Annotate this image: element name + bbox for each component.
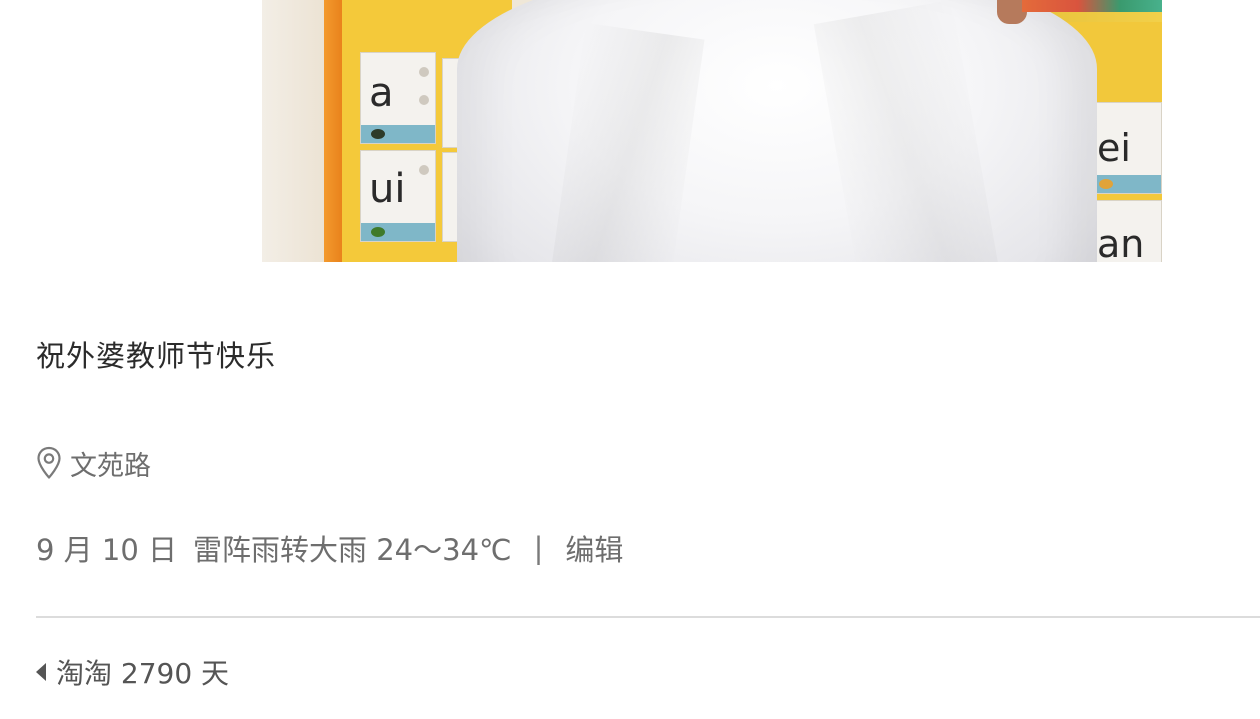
photo-card-dot — [371, 227, 385, 237]
photo-card-letter: a — [369, 70, 394, 116]
photo-card-strip — [361, 223, 435, 241]
photo-card-dot — [1099, 179, 1113, 189]
divider — [36, 616, 1260, 618]
photo-card-mark — [419, 95, 429, 105]
edit-button[interactable]: 编辑 — [565, 527, 623, 569]
photo-pinyin-card: ui — [360, 150, 436, 242]
day-counter[interactable]: 淘淘 2790 天 — [36, 654, 229, 690]
entry-meta: 9 月 10 日 雷阵雨转大雨 24～34℃ | 编辑 — [36, 528, 623, 568]
photo-card-mark — [419, 165, 429, 175]
meta-separator: | — [533, 531, 544, 565]
day-counter-text: 淘淘 2790 天 — [56, 657, 230, 690]
location-text: 文苑路 — [70, 450, 151, 482]
entry-date: 9 月 10 日 — [36, 533, 178, 567]
photo-shirt-fold — [813, 0, 1001, 262]
photo-card-strip — [1089, 175, 1161, 193]
photo-orange-strip — [324, 0, 342, 262]
entry-photo[interactable]: a ui ei an — [262, 0, 1162, 262]
caret-left-icon — [36, 663, 46, 681]
photo-card-letter: an — [1097, 222, 1145, 262]
photo-wall — [262, 0, 324, 262]
location-pin-icon — [36, 446, 62, 480]
photo-pinyin-card: a — [360, 52, 436, 144]
photo-card-letter: ui — [369, 166, 406, 212]
entry-title: 祝外婆教师节快乐 — [36, 339, 277, 373]
photo-pinyin-card: an — [1088, 200, 1162, 262]
photo-card-mark — [419, 67, 429, 77]
diary-entry-page: a ui ei an 祝外婆教师节快乐 文苑路 9 月 10 日 雷阵雨转大雨 … — [0, 0, 1260, 719]
photo-pinyin-card: ei — [1088, 102, 1162, 194]
entry-weather: 雷阵雨转大雨 24～34℃ — [193, 533, 512, 567]
photo-sleeve-stripe — [1022, 0, 1162, 12]
entry-location[interactable]: 文苑路 — [36, 445, 151, 482]
photo-card-strip — [361, 125, 435, 143]
photo-card-letter: ei — [1097, 126, 1131, 170]
photo-white-shirt — [457, 0, 1097, 262]
photo-shirt-fold — [549, 22, 705, 262]
photo-card-dot — [371, 129, 385, 139]
